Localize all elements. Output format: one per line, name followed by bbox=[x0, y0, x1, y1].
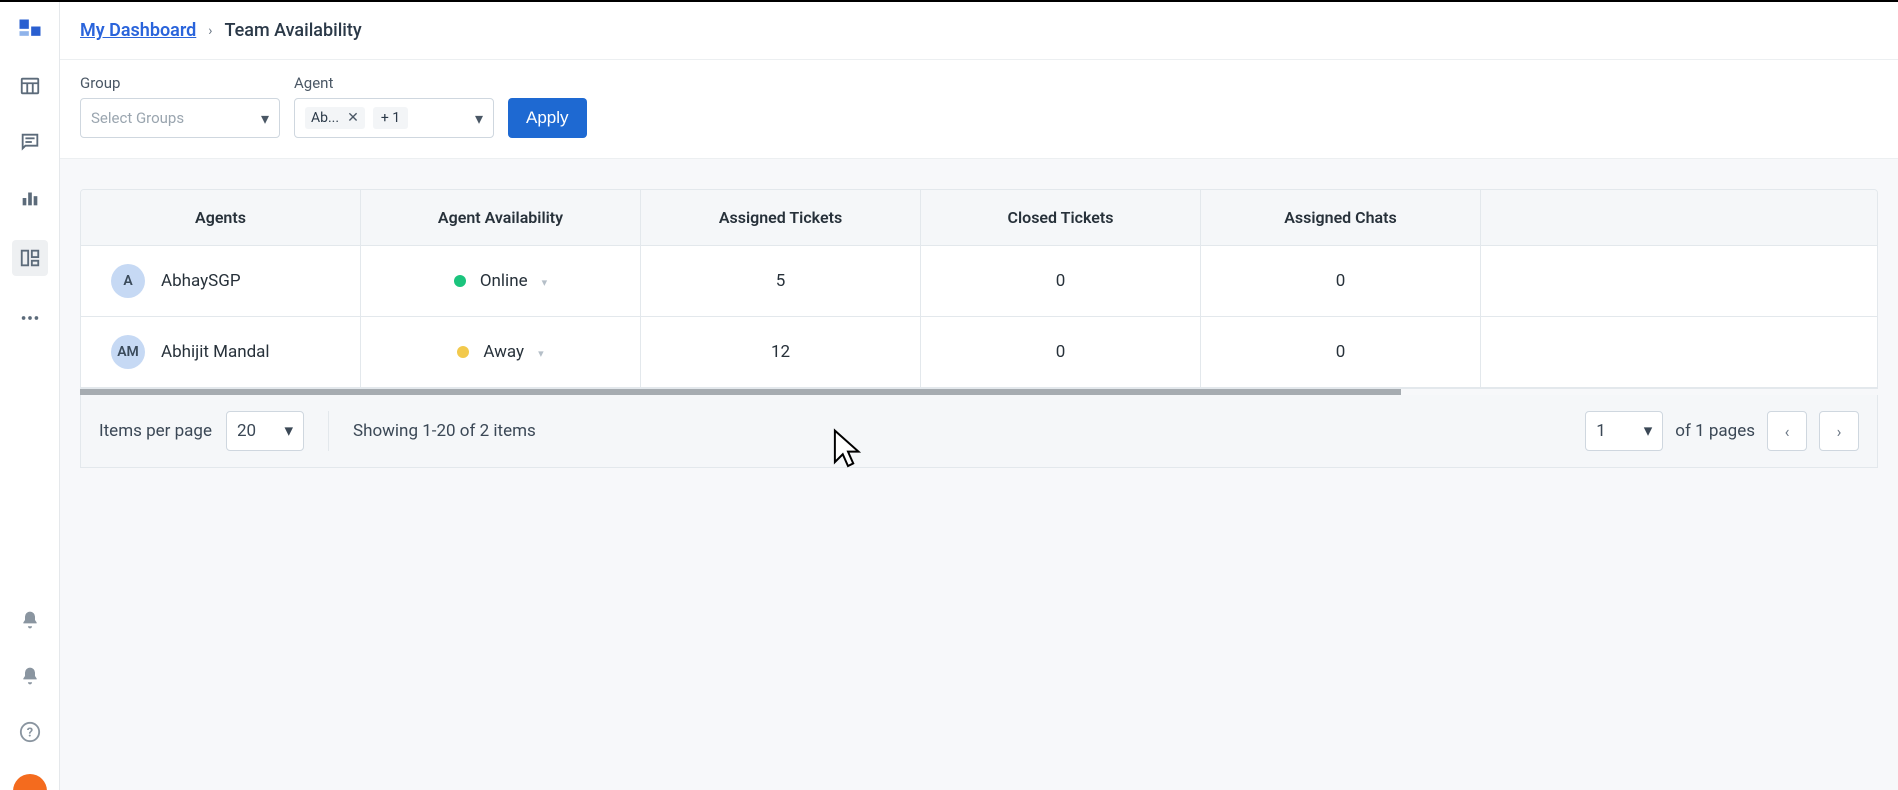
filter-bar: Group Select Groups Agent Ab... ✕ + 1 Ap… bbox=[60, 60, 1898, 159]
cell-assigned-tickets: 12 bbox=[641, 317, 921, 387]
breadcrumb-dashboard-link[interactable]: My Dashboard bbox=[80, 20, 196, 41]
analytics-nav-icon[interactable] bbox=[16, 184, 44, 212]
main-content: My Dashboard › Team Availability Group S… bbox=[60, 2, 1898, 790]
avatar: A bbox=[111, 264, 145, 298]
chevron-down-icon bbox=[261, 109, 269, 128]
chevron-down-icon bbox=[542, 271, 548, 291]
agent-name: AbhaySGP bbox=[161, 271, 241, 291]
agent-chip-text: Ab... bbox=[311, 110, 339, 126]
th-assigned-tickets: Assigned Tickets bbox=[641, 190, 921, 246]
group-select[interactable]: Select Groups bbox=[80, 98, 280, 138]
items-per-page-label: Items per page bbox=[99, 421, 212, 441]
items-per-page-select[interactable]: 20 bbox=[226, 411, 304, 451]
notification-bell-icon[interactable] bbox=[16, 606, 44, 634]
table-row: AM Abhijit Mandal Away 12 0 0 bbox=[81, 317, 1877, 388]
chat-nav-icon[interactable] bbox=[16, 128, 44, 156]
status-label: Online bbox=[480, 271, 528, 291]
cell-assigned-chats: 0 bbox=[1201, 246, 1481, 316]
cell-agent: AM Abhijit Mandal bbox=[81, 317, 361, 387]
next-page-button[interactable]: › bbox=[1819, 411, 1859, 451]
page-number-select[interactable]: 1 bbox=[1585, 411, 1663, 451]
agent-filter-label: Agent bbox=[294, 74, 494, 92]
th-assigned-chats: Assigned Chats bbox=[1201, 190, 1481, 246]
cell-availability: Online bbox=[361, 246, 641, 316]
cell-assigned-chats: 0 bbox=[1201, 317, 1481, 387]
agent-chip-remove[interactable]: ✕ bbox=[347, 110, 359, 126]
body-area: Agents Agent Availability Assigned Ticke… bbox=[60, 159, 1898, 790]
chevron-down-icon bbox=[1644, 421, 1653, 441]
status-dot-icon bbox=[457, 346, 469, 358]
table-header: Agents Agent Availability Assigned Ticke… bbox=[81, 190, 1877, 246]
breadcrumb: My Dashboard › Team Availability bbox=[60, 2, 1898, 60]
status-dot-icon bbox=[454, 275, 466, 287]
prev-page-button[interactable]: ‹ bbox=[1767, 411, 1807, 451]
notification-bell-icon-2[interactable] bbox=[16, 662, 44, 690]
group-select-placeholder: Select Groups bbox=[91, 109, 184, 127]
of-pages-text: of 1 pages bbox=[1675, 421, 1755, 441]
agent-select[interactable]: Ab... ✕ + 1 bbox=[294, 98, 494, 138]
board-nav-icon[interactable] bbox=[12, 240, 48, 276]
chevron-right-icon: › bbox=[1837, 422, 1842, 441]
agent-name: Abhijit Mandal bbox=[161, 342, 270, 362]
breadcrumb-current: Team Availability bbox=[225, 20, 362, 41]
cell-assigned-tickets: 5 bbox=[641, 246, 921, 316]
apply-button[interactable]: Apply bbox=[508, 98, 587, 138]
table-nav-icon[interactable] bbox=[16, 72, 44, 100]
left-sidebar: ? bbox=[0, 2, 60, 790]
chevron-right-icon: › bbox=[208, 23, 212, 39]
chevron-down-icon bbox=[284, 421, 293, 441]
help-icon[interactable]: ? bbox=[16, 718, 44, 746]
table-row: A AbhaySGP Online 5 0 0 bbox=[81, 246, 1877, 317]
th-agents: Agents bbox=[81, 190, 361, 246]
chevron-down-icon bbox=[475, 109, 483, 128]
status-select[interactable]: Online bbox=[454, 271, 547, 291]
avatar: AM bbox=[111, 335, 145, 369]
agent-chip: Ab... ✕ bbox=[305, 107, 365, 129]
agent-filter: Agent Ab... ✕ + 1 bbox=[294, 74, 494, 138]
showing-text: Showing 1-20 of 2 items bbox=[353, 421, 536, 441]
group-filter-label: Group bbox=[80, 74, 280, 92]
items-per-page-value: 20 bbox=[237, 421, 256, 441]
th-availability: Agent Availability bbox=[361, 190, 641, 246]
agent-chip-extra: + 1 bbox=[373, 107, 408, 129]
app-logo-icon[interactable] bbox=[16, 16, 44, 44]
cell-agent: A AbhaySGP bbox=[81, 246, 361, 316]
divider bbox=[328, 411, 329, 451]
cell-spacer bbox=[1481, 317, 1877, 387]
chevron-down-icon bbox=[538, 342, 544, 362]
user-avatar-icon[interactable] bbox=[13, 774, 47, 790]
cell-spacer bbox=[1481, 246, 1877, 316]
agents-table: Agents Agent Availability Assigned Ticke… bbox=[80, 189, 1878, 389]
th-spacer bbox=[1481, 190, 1877, 246]
status-select[interactable]: Away bbox=[457, 342, 543, 362]
status-label: Away bbox=[483, 342, 524, 362]
group-filter: Group Select Groups bbox=[80, 74, 280, 138]
cell-closed-tickets: 0 bbox=[921, 246, 1201, 316]
chevron-left-icon: ‹ bbox=[1785, 422, 1790, 441]
svg-text:?: ? bbox=[26, 726, 32, 741]
pagination-bar: Items per page 20 Showing 1-20 of 2 item… bbox=[80, 395, 1878, 468]
more-nav-icon[interactable] bbox=[16, 304, 44, 332]
page-number-value: 1 bbox=[1596, 421, 1606, 441]
cell-availability: Away bbox=[361, 317, 641, 387]
cell-closed-tickets: 0 bbox=[921, 317, 1201, 387]
th-closed-tickets: Closed Tickets bbox=[921, 190, 1201, 246]
